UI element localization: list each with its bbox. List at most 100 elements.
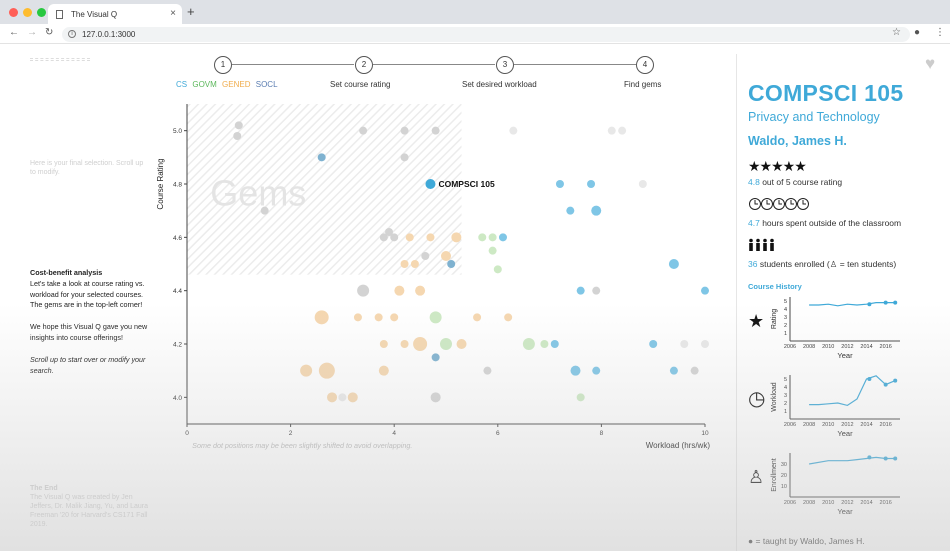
data-point	[522, 338, 535, 350]
history-dot	[867, 377, 872, 381]
forward-arrow-icon[interactable]: →	[27, 27, 37, 38]
dept-govm[interactable]: GOVM	[192, 80, 216, 89]
mini-y-tick: 4	[784, 307, 787, 313]
address-bar[interactable]: i 127.0.0.1:3000	[62, 27, 910, 42]
browser-tab[interactable]: The Visual Q ×	[48, 4, 182, 24]
tab-close-button[interactable]: ×	[170, 8, 176, 19]
clock-icons	[749, 198, 809, 210]
x-tick-label: 2	[289, 430, 293, 437]
data-point	[504, 313, 513, 322]
close-window-button[interactable]	[9, 8, 18, 17]
person-icons	[749, 238, 774, 251]
data-point	[451, 232, 462, 243]
history-dot	[883, 456, 888, 461]
data-point	[566, 206, 575, 215]
step-connector	[232, 64, 354, 65]
data-point	[478, 233, 487, 242]
data-point	[441, 251, 451, 261]
data-point	[353, 313, 362, 322]
window-controls	[9, 8, 46, 17]
course-history-title: Course History	[748, 282, 802, 291]
history-dot	[893, 378, 898, 383]
mini-x-tick: 2008	[803, 344, 815, 350]
clock-icon: ◷	[748, 388, 765, 410]
gems-label: Gems	[210, 172, 306, 213]
star-icon: ★	[748, 311, 764, 331]
step-1-button[interactable]: 1	[214, 56, 232, 74]
data-point	[317, 153, 326, 162]
reload-icon[interactable]: ↻	[45, 27, 53, 38]
course-title: Privacy and Technology	[748, 110, 880, 124]
mini-x-tick: 2006	[784, 500, 796, 506]
x-tick-label: 6	[496, 430, 500, 437]
data-point	[680, 340, 689, 348]
data-point	[690, 366, 699, 375]
dept-socl[interactable]: SOCL	[256, 80, 278, 89]
data-point	[555, 180, 564, 188]
data-point	[400, 340, 409, 348]
data-point	[638, 180, 647, 188]
data-point	[347, 392, 358, 403]
bookmark-star-icon[interactable]: ☆	[892, 27, 901, 38]
mini-y-tick: 2	[784, 401, 787, 407]
x-tick-label: 4	[392, 430, 396, 437]
data-point	[668, 259, 679, 269]
mini-y-label: Rating	[771, 309, 778, 329]
data-point	[233, 132, 242, 140]
mini-x-tick: 2006	[784, 344, 796, 350]
x-tick-label: 10	[701, 430, 709, 437]
step-4-button[interactable]: 4	[636, 56, 654, 74]
data-point	[498, 233, 507, 242]
cost-benefit-text: Cost-benefit analysis Let's take a look …	[30, 268, 155, 376]
credits-body: The Visual Q was created by Jen Jeffers,…	[30, 494, 149, 528]
mini-y-tick: 5	[784, 377, 787, 383]
data-point	[440, 338, 452, 350]
dept-cs[interactable]: CS	[176, 80, 187, 89]
data-point	[447, 260, 456, 268]
data-point	[234, 121, 243, 130]
step-4-label[interactable]: Find gems	[624, 80, 661, 89]
data-point	[570, 365, 581, 376]
history-dot	[893, 300, 898, 305]
dept-gened[interactable]: GENED	[222, 80, 250, 89]
back-arrow-icon[interactable]: ←	[9, 27, 19, 38]
step-2-button[interactable]: 2	[355, 56, 373, 74]
data-point	[587, 180, 596, 188]
mini-x-tick: 2016	[880, 344, 892, 350]
data-point	[488, 246, 497, 255]
step-connector	[373, 64, 495, 65]
history-dot	[893, 456, 898, 461]
menu-kebab-icon[interactable]: ⋮	[935, 27, 945, 38]
info-icon[interactable]: i	[68, 30, 76, 38]
new-tab-button[interactable]: +	[187, 4, 195, 19]
document-icon	[56, 9, 63, 19]
data-point	[592, 286, 601, 295]
enrollment-stat: 36 students enrolled (♙ = ten students)	[748, 259, 943, 270]
step-3-button[interactable]: 3	[496, 56, 514, 74]
data-point	[493, 265, 502, 274]
data-point	[410, 260, 419, 268]
data-point	[378, 365, 389, 376]
data-point	[607, 126, 616, 135]
mini-x-tick: 2014	[860, 344, 872, 350]
data-point	[576, 393, 585, 402]
page-content: Here is your final selection. Scroll up …	[0, 44, 950, 551]
step-3-label[interactable]: Set desired workload	[462, 80, 537, 89]
hours-text: hours spent outside of the classroom	[759, 218, 902, 228]
data-point	[300, 364, 313, 377]
department-list[interactable]: CS GOVM GENED SOCL	[176, 80, 281, 89]
minimize-window-button[interactable]	[23, 8, 32, 17]
maximize-window-button[interactable]	[37, 8, 46, 17]
mini-x-tick: 2014	[860, 422, 872, 428]
mini-x-tick: 2010	[822, 500, 834, 506]
account-icon[interactable]: ●	[914, 27, 920, 38]
step-2-label[interactable]: Set course rating	[330, 80, 390, 89]
rating-stat: 4.8 out of 5 course rating	[748, 177, 943, 187]
data-point	[540, 340, 549, 348]
history-line	[809, 302, 896, 307]
cost-benefit-title: Cost-benefit analysis	[30, 268, 103, 277]
mini-y-tick: 1	[784, 331, 787, 337]
credits-title: The End	[30, 485, 58, 492]
y-tick-label: 5.0	[173, 128, 182, 135]
workload-stat: 4.7 hours spent outside of the classroom	[748, 218, 943, 228]
